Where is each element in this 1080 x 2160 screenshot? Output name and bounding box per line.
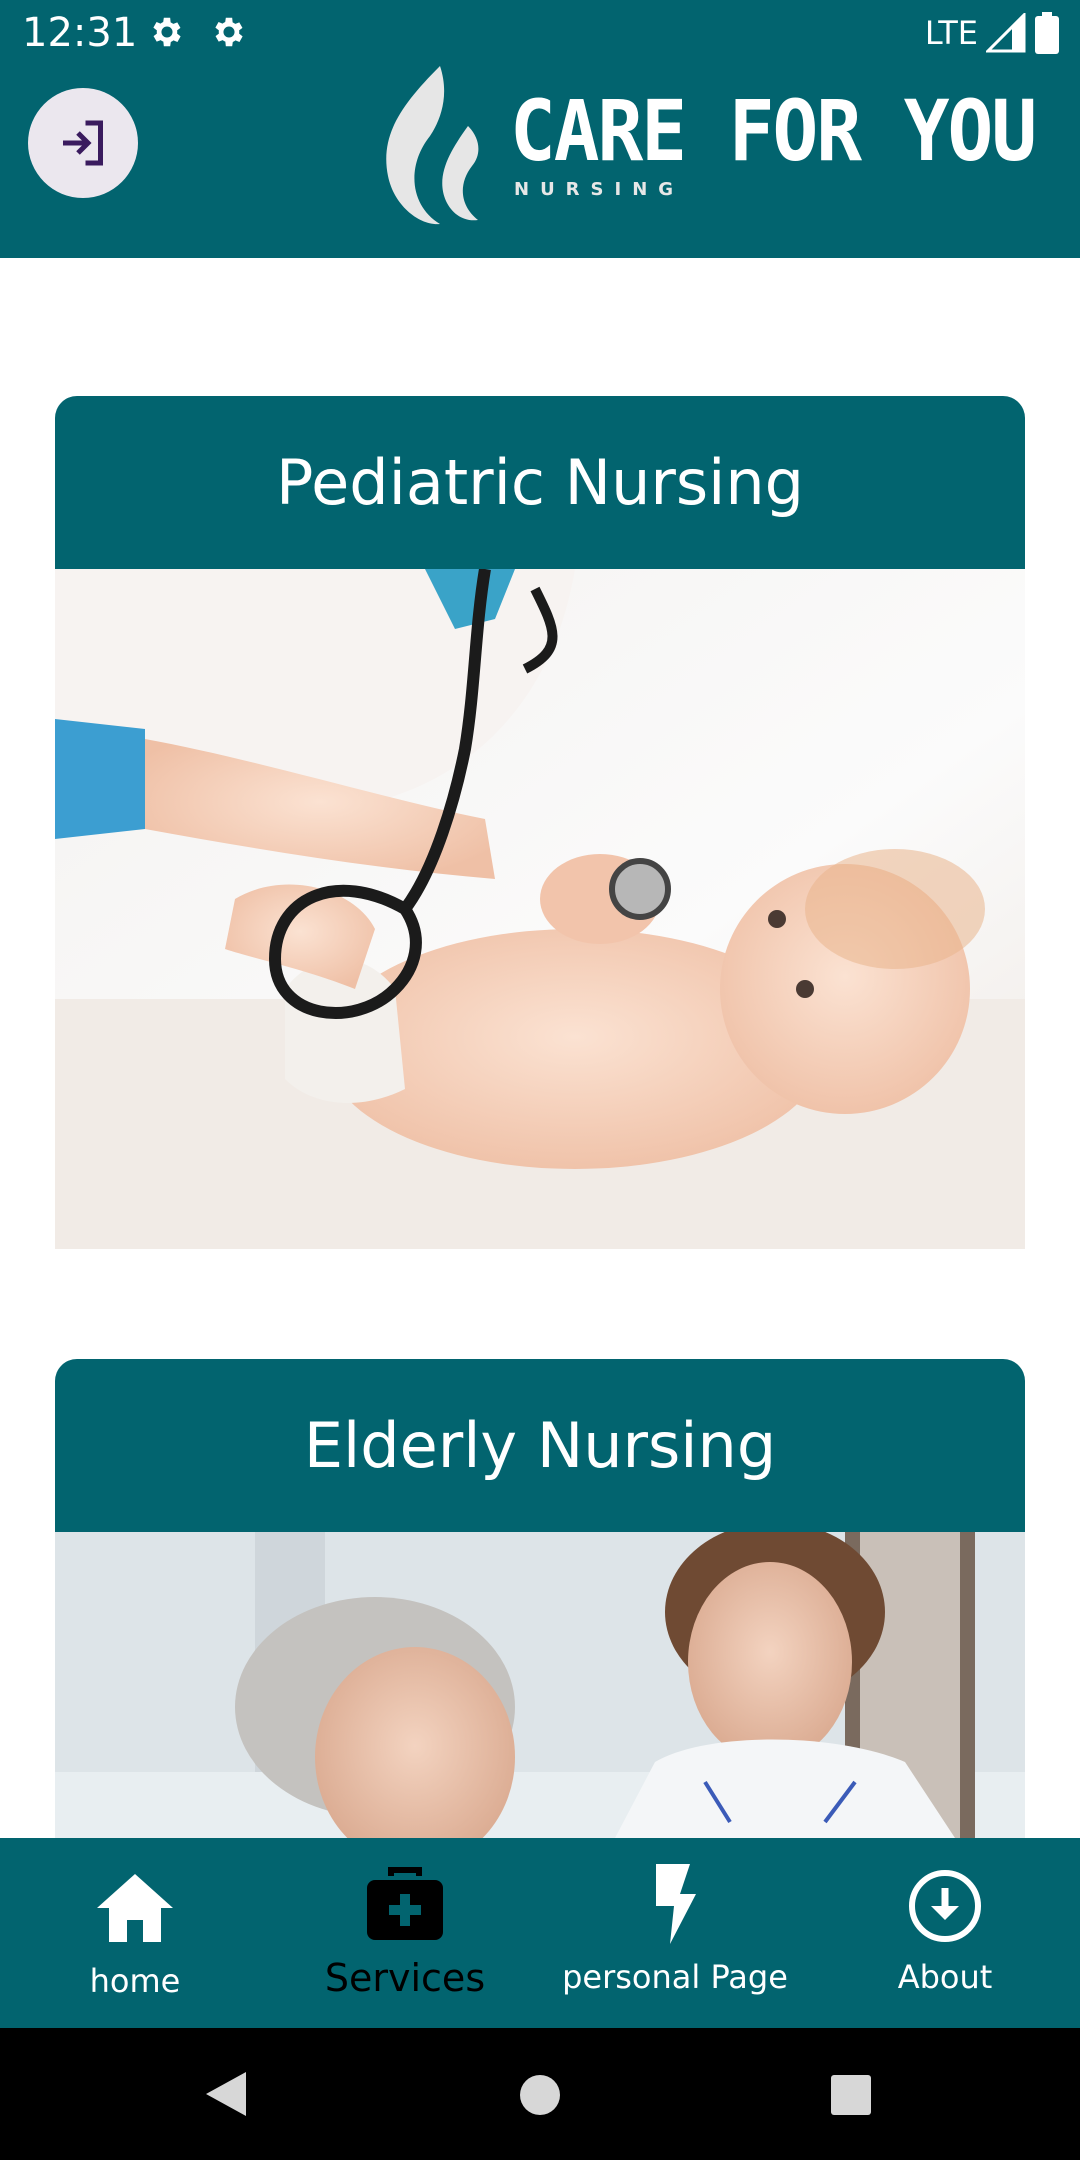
flame-logo-icon	[386, 66, 479, 225]
back-icon[interactable]	[204, 2070, 248, 2118]
app-header: CARE FOR YOU NURSING	[0, 66, 1080, 258]
logo-subtitle: NURSING	[514, 179, 685, 200]
status-time: 12:31	[22, 10, 138, 56]
app-logo: CARE FOR YOU NURSING	[380, 66, 1037, 226]
pediatric-nursing-image	[55, 569, 1025, 1249]
service-card-pediatric[interactable]: Pediatric Nursing	[55, 396, 1025, 1249]
nav-label-home: home	[89, 1962, 181, 2000]
settings-icon	[153, 17, 181, 47]
medical-kit-icon	[367, 1867, 443, 1940]
signal-icon	[986, 13, 1026, 53]
nav-about[interactable]: About	[810, 1838, 1080, 2028]
nav-label-personal-page: personal Page	[562, 1958, 788, 1996]
system-navigation-bar	[0, 2028, 1080, 2160]
flash-icon	[656, 1864, 696, 1944]
logo-title: CARE FOR YOU	[510, 82, 1037, 180]
logout-button[interactable]	[28, 88, 138, 198]
nav-home[interactable]: home	[0, 1838, 270, 2028]
status-bar: 12:31 LTE	[0, 0, 1080, 66]
nav-personal-page[interactable]: personal Page	[540, 1838, 810, 2028]
settings-icon	[215, 17, 243, 47]
home-button-icon[interactable]	[519, 2074, 561, 2116]
download-circle-icon	[909, 1870, 981, 1942]
login-icon	[63, 120, 103, 166]
elderly-nursing-image	[55, 1532, 1025, 1838]
nav-label-services: Services	[324, 1956, 486, 2000]
bottom-navigation: home Services personal Page About	[0, 1838, 1080, 2028]
status-indicators: LTE	[925, 10, 1060, 56]
nav-label-about: About	[897, 1958, 993, 1996]
card-title: Elderly Nursing	[55, 1359, 1025, 1532]
home-icon	[97, 1874, 173, 1942]
battery-icon	[1035, 12, 1059, 54]
service-card-elderly[interactable]: Elderly Nursing	[55, 1359, 1025, 1838]
network-type: LTE	[924, 14, 978, 52]
recents-icon[interactable]	[830, 2074, 872, 2116]
nav-services[interactable]: Services	[270, 1838, 540, 2028]
card-title: Pediatric Nursing	[55, 396, 1025, 569]
